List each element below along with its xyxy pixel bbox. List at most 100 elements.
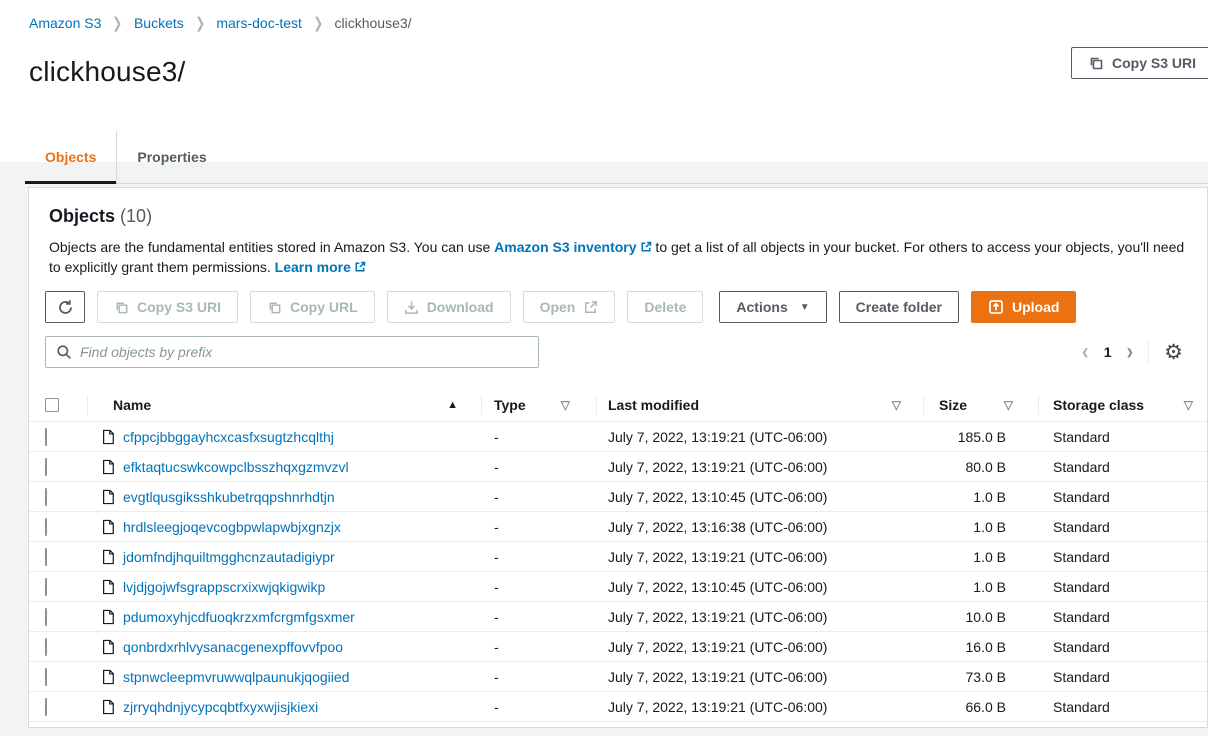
select-row-checkbox[interactable] xyxy=(45,428,47,446)
header-storage-class[interactable]: Storage class ▽ xyxy=(1038,388,1207,421)
row-checkbox-cell xyxy=(29,699,87,715)
object-name-link[interactable]: jdomfndjhquiltmgghcnzautadigiypr xyxy=(123,549,335,565)
tab-strip: Objects Properties xyxy=(25,132,1208,184)
tab-objects[interactable]: Objects xyxy=(25,131,116,183)
object-name-link[interactable]: zjrryqhdnjycypcqbtfxyxwjisjkiexi xyxy=(123,699,318,715)
select-row-checkbox[interactable] xyxy=(45,548,47,566)
next-page-icon[interactable]: › xyxy=(1127,340,1134,364)
file-icon xyxy=(101,519,115,535)
object-last-modified-cell: July 7, 2022, 13:19:21 (UTC-06:00) xyxy=(596,609,923,625)
object-name-link[interactable]: qonbrdxrhlvysanacgenexpffovvfpoo xyxy=(123,639,343,655)
table-row: hrdlsleegjoqevcogbpwlapwbjxgnzjx - July … xyxy=(29,512,1207,542)
header-size[interactable]: Size ▽ xyxy=(923,388,1038,421)
delete-button[interactable]: Delete xyxy=(627,291,703,323)
row-checkbox-cell xyxy=(29,489,87,505)
upload-label: Upload xyxy=(1012,299,1059,315)
sort-icon: ▽ xyxy=(892,398,901,412)
select-all-checkbox[interactable] xyxy=(45,398,59,412)
breadcrumb-bucket-name[interactable]: mars-doc-test xyxy=(216,15,302,31)
upload-icon xyxy=(988,299,1004,315)
file-icon xyxy=(101,579,115,595)
pagination-divider xyxy=(1148,339,1149,365)
object-name-cell: efktaqtucswkcowpclbsszhqxgzmvzvl xyxy=(87,459,481,475)
select-row-checkbox[interactable] xyxy=(45,608,47,626)
download-label: Download xyxy=(427,299,494,315)
object-name-cell: pdumoxyhjcdfuoqkrzxmfcrgmfgsxmer xyxy=(87,609,481,625)
table-header-row: Name ▲ Type ▽ Last modified ▽ Size ▽ Sto… xyxy=(29,388,1207,422)
breadcrumb-buckets[interactable]: Buckets xyxy=(134,15,184,31)
copy-s3-uri-header-button[interactable]: Copy S3 URI xyxy=(1071,47,1208,79)
file-icon xyxy=(101,609,115,625)
object-last-modified-cell: July 7, 2022, 13:19:21 (UTC-06:00) xyxy=(596,639,923,655)
object-storage-class-cell: Standard xyxy=(1038,639,1207,655)
select-row-checkbox[interactable] xyxy=(45,458,47,476)
copy-url-label: Copy URL xyxy=(290,299,358,315)
object-name-link[interactable]: pdumoxyhjcdfuoqkrzxmfcrgmfgsxmer xyxy=(123,609,355,625)
object-size-cell: 66.0 B xyxy=(923,699,1038,715)
header-storage-class-label: Storage class xyxy=(1053,397,1144,413)
find-objects-input[interactable] xyxy=(80,344,528,360)
select-row-checkbox[interactable] xyxy=(45,518,47,536)
select-row-checkbox[interactable] xyxy=(45,698,47,716)
download-button[interactable]: Download xyxy=(387,291,511,323)
row-checkbox-cell xyxy=(29,549,87,565)
table-row: lvjdjgojwfsgrappscrxixwjqkigwikp - July … xyxy=(29,572,1207,602)
object-name-cell: evgtlqusgiksshkubetrqqpshnrhdtjn xyxy=(87,489,481,505)
object-name-link[interactable]: hrdlsleegjoqevcogbpwlapwbjxgnzjx xyxy=(123,519,341,535)
sort-icon: ▽ xyxy=(1004,398,1013,412)
select-row-checkbox[interactable] xyxy=(45,668,47,686)
object-name-link[interactable]: cfppcjbbggayhcxcasfxsugtzhcqlthj xyxy=(123,429,334,445)
object-size-cell: 73.0 B xyxy=(923,669,1038,685)
tab-properties-label: Properties xyxy=(137,149,206,165)
select-row-checkbox[interactable] xyxy=(45,488,47,506)
learn-more-link[interactable]: Learn more xyxy=(275,259,366,275)
select-row-checkbox[interactable] xyxy=(45,578,47,596)
previous-page-icon[interactable]: ‹ xyxy=(1082,340,1089,364)
pagination: ‹ 1 › ⚙ xyxy=(1082,339,1187,365)
object-name-cell: jdomfndjhquiltmgghcnzautadigiypr xyxy=(87,549,481,565)
copy-icon xyxy=(267,300,282,315)
copy-s3-uri-button[interactable]: Copy S3 URI xyxy=(97,291,238,323)
copy-s3-uri-label: Copy S3 URI xyxy=(1112,55,1196,71)
header-name[interactable]: Name ▲ xyxy=(87,388,481,421)
header-type[interactable]: Type ▽ xyxy=(481,388,596,421)
page-title: clickhouse3/ xyxy=(0,32,1208,88)
description-text-1: Objects are the fundamental entities sto… xyxy=(49,239,494,255)
sort-icon: ▽ xyxy=(1184,398,1193,412)
create-folder-button[interactable]: Create folder xyxy=(839,291,959,323)
amazon-s3-inventory-link[interactable]: Amazon S3 inventory xyxy=(494,239,651,255)
actions-dropdown-button[interactable]: Actions ▼ xyxy=(719,291,826,323)
object-name-link[interactable]: efktaqtucswkcowpclbsszhqxgzmvzvl xyxy=(123,459,349,475)
breadcrumb-amazon-s3[interactable]: Amazon S3 xyxy=(29,15,101,31)
upload-button[interactable]: Upload xyxy=(971,291,1076,323)
object-name-cell: cfppcjbbggayhcxcasfxsugtzhcqlthj xyxy=(87,429,481,445)
object-name-link[interactable]: evgtlqusgiksshkubetrqqpshnrhdtjn xyxy=(123,489,335,505)
download-icon xyxy=(404,300,419,315)
copy-url-button[interactable]: Copy URL xyxy=(250,291,375,323)
object-storage-class-cell: Standard xyxy=(1038,489,1207,505)
current-page-number[interactable]: 1 xyxy=(1104,344,1112,360)
object-size-cell: 16.0 B xyxy=(923,639,1038,655)
object-last-modified-cell: July 7, 2022, 13:10:45 (UTC-06:00) xyxy=(596,579,923,595)
header-last-modified[interactable]: Last modified ▽ xyxy=(596,388,923,421)
file-icon xyxy=(101,429,115,445)
preferences-gear-icon[interactable]: ⚙ xyxy=(1164,342,1183,363)
select-row-checkbox[interactable] xyxy=(45,638,47,656)
external-link-icon xyxy=(640,241,652,253)
file-icon xyxy=(101,699,115,715)
tab-properties[interactable]: Properties xyxy=(116,131,226,183)
object-last-modified-cell: July 7, 2022, 13:19:21 (UTC-06:00) xyxy=(596,699,923,715)
sort-icon: ▽ xyxy=(561,398,570,412)
file-icon xyxy=(101,489,115,505)
object-name-link[interactable]: stpnwcleepmvruwwqlpaunukjqogiied xyxy=(123,669,349,685)
refresh-button[interactable] xyxy=(45,291,85,323)
objects-table: Name ▲ Type ▽ Last modified ▽ Size ▽ Sto… xyxy=(29,388,1207,722)
open-button[interactable]: Open xyxy=(523,291,616,323)
learn-more-label: Learn more xyxy=(275,259,351,275)
object-storage-class-cell: Standard xyxy=(1038,549,1207,565)
object-name-link[interactable]: lvjdjgojwfsgrappscrxixwjqkigwikp xyxy=(123,579,325,595)
object-storage-class-cell: Standard xyxy=(1038,459,1207,475)
object-type-cell: - xyxy=(481,489,596,505)
header-checkbox-cell xyxy=(29,388,87,421)
object-type-cell: - xyxy=(481,639,596,655)
